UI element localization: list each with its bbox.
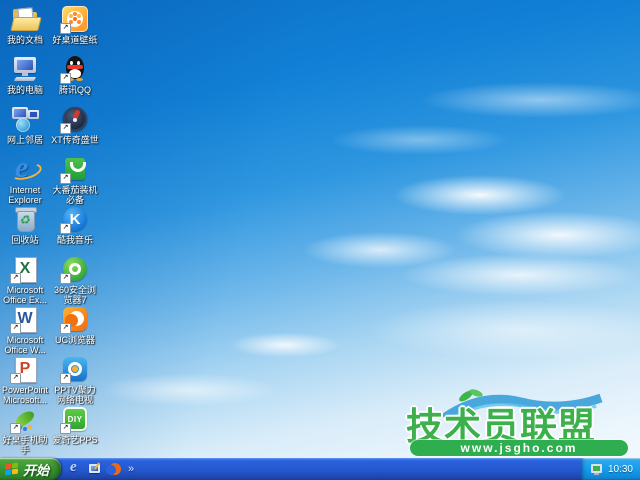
desktop-icon-word[interactable]: W Microsoft Office W... <box>0 304 50 355</box>
icon-label: 大番茄装机必备 <box>52 185 98 205</box>
desktop-icon-360-browser[interactable]: 360安全浏览器7 <box>50 254 100 305</box>
icon-label: 360安全浏览器7 <box>53 285 97 305</box>
desktop-icon-powerpoint[interactable]: P PowerPoint Microsoft... <box>0 354 50 405</box>
shortcut-arrow-icon <box>60 123 71 134</box>
360-browser-icon <box>60 254 90 284</box>
desktop-icon-recycle-bin[interactable]: 回收站 <box>0 204 50 254</box>
quick-launch: e » <box>61 458 141 480</box>
taskbar: 开始 e » 10:30 <box>0 458 640 480</box>
desktop-icon-internet-explorer[interactable]: e Internet Explorer <box>0 151 50 205</box>
tomato-bag-icon <box>60 154 90 184</box>
kuwo-music-icon: K <box>60 204 90 234</box>
start-button[interactable]: 开始 <box>0 458 62 480</box>
my-documents-icon <box>10 4 42 34</box>
uc-browser-icon <box>60 304 90 334</box>
icon-label: 回收站 <box>11 235 39 245</box>
windows-logo-icon <box>5 462 19 476</box>
recycle-bin-icon <box>10 204 40 234</box>
shortcut-arrow-icon <box>60 373 71 384</box>
icon-label: 好桌手机助手 <box>2 435 48 455</box>
shortcut-arrow-icon <box>10 423 21 434</box>
icon-label: 网上邻居 <box>6 135 43 145</box>
shortcut-arrow-icon <box>10 373 21 384</box>
desktop-icon-uc-browser[interactable]: UC浏览器 <box>50 304 100 354</box>
icon-label: Microsoft Office W... <box>4 335 46 355</box>
quicklaunch-overflow-chevron[interactable]: » <box>128 463 134 475</box>
desktop-icon-kuwo-music[interactable]: K 酷我音乐 <box>50 204 100 254</box>
icon-label: 腾讯QQ <box>58 85 91 95</box>
icon-label: 酷我音乐 <box>56 235 93 245</box>
powerpoint-icon: P <box>10 354 40 384</box>
shortcut-arrow-icon <box>60 273 71 284</box>
icon-label: 爱奇艺PPS <box>52 435 98 445</box>
shortcut-arrow-icon <box>10 273 21 284</box>
watermark: 技术员联盟 www.jsgho.com <box>402 389 638 456</box>
system-tray: 10:30 <box>580 458 640 480</box>
network-places-icon <box>10 104 40 134</box>
icon-label: PPTV聚力 网络电视 <box>54 385 96 405</box>
quicklaunch-media-icon[interactable] <box>106 462 122 476</box>
icon-label: PowerPoint Microsoft... <box>1 385 49 405</box>
quicklaunch-show-desktop-icon[interactable] <box>88 462 102 476</box>
tray-status-icon[interactable] <box>590 463 603 476</box>
desktop-icon-excel[interactable]: X Microsoft Office Ex... <box>0 254 50 305</box>
wallpaper-app-icon <box>60 4 90 34</box>
icon-label: Internet Explorer <box>8 185 42 205</box>
desktop-icon-my-documents[interactable]: 我的文档 <box>0 4 50 54</box>
shortcut-arrow-icon <box>60 223 71 234</box>
watermark-url: www.jsgho.com <box>410 440 628 456</box>
desktop-icon-network-places[interactable]: 网上邻居 <box>0 104 50 154</box>
desktop: 我的文档 好桌道壁纸 我的电脑 腾讯QQ 网 <box>0 0 640 480</box>
shortcut-arrow-icon <box>60 73 71 84</box>
xt-game-icon <box>60 104 90 134</box>
icon-label: Microsoft Office Ex... <box>3 285 47 305</box>
icon-label: XT传奇盛世 <box>51 135 99 145</box>
shortcut-arrow-icon <box>10 323 21 334</box>
desktop-icon-datomato[interactable]: 大番茄装机必备 <box>50 154 100 205</box>
phone-assistant-icon <box>10 404 40 434</box>
start-button-label: 开始 <box>23 462 50 478</box>
icon-label: UC浏览器 <box>55 335 95 345</box>
icon-label: 我的电脑 <box>6 85 43 95</box>
taskbar-empty-area <box>141 458 581 480</box>
iqiyi-pps-icon: DIY <box>60 404 90 434</box>
word-icon: W <box>10 304 40 334</box>
desktop-icon-iqiyi-pps[interactable]: DIY 爱奇艺PPS <box>50 404 100 454</box>
shortcut-arrow-icon <box>60 323 71 334</box>
icon-label: 我的文档 <box>6 35 43 45</box>
desktop-icon-phone-assistant[interactable]: 好桌手机助手 <box>0 404 50 455</box>
shortcut-arrow-icon <box>60 173 71 184</box>
taskbar-clock[interactable]: 10:30 <box>608 464 633 475</box>
desktop-icon-pptv[interactable]: PPTV聚力 网络电视 <box>50 354 100 405</box>
desktop-icon-tencent-qq[interactable]: 腾讯QQ <box>50 54 100 104</box>
qq-penguin-icon <box>60 54 90 84</box>
desktop-icon-haozhuodao-wallpaper[interactable]: 好桌道壁纸 <box>50 4 100 54</box>
pptv-icon <box>60 354 90 384</box>
shortcut-arrow-icon <box>60 23 71 34</box>
desktop-icon-my-computer[interactable]: 我的电脑 <box>0 54 50 104</box>
internet-explorer-icon: e <box>8 151 44 184</box>
my-computer-icon <box>10 54 40 84</box>
desktop-icons: 我的文档 好桌道壁纸 我的电脑 腾讯QQ 网 <box>0 4 100 455</box>
desktop-icon-xt-legend-game[interactable]: XT传奇盛世 <box>50 104 100 154</box>
excel-icon: X <box>10 254 40 284</box>
quicklaunch-ie-icon[interactable]: e <box>68 459 82 476</box>
shortcut-arrow-icon <box>60 423 71 434</box>
icon-label: 好桌道壁纸 <box>52 35 98 45</box>
